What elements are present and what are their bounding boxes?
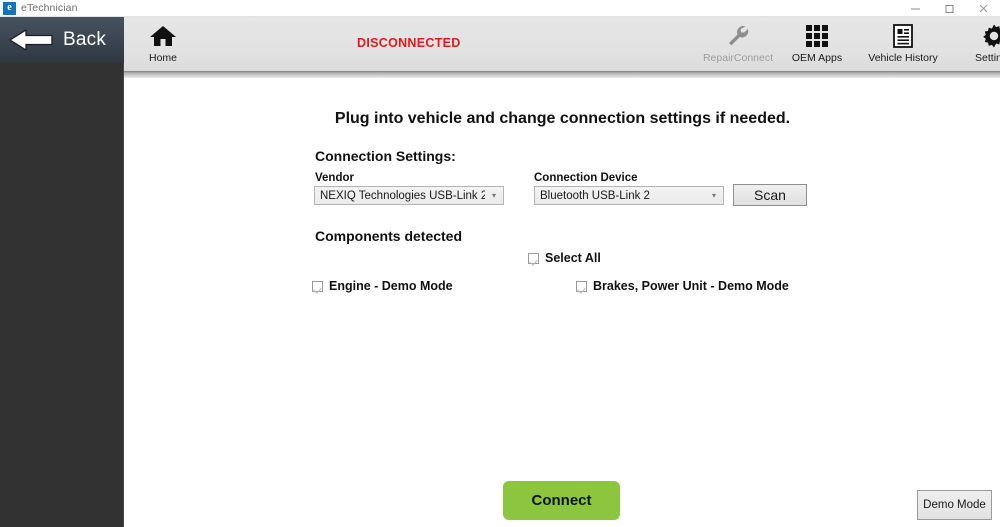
- window-title: eTechnician: [21, 2, 78, 14]
- page-headline: Plug into vehicle and change connection …: [334, 110, 791, 127]
- minimize-icon[interactable]: [898, 0, 932, 17]
- vendor-select-value: NEXIQ Technologies USB-Link 2: [320, 189, 485, 202]
- connection-device-label: Connection Device: [534, 172, 638, 184]
- component-checkbox-brakes[interactable]: [576, 280, 587, 292]
- toolbar-item-repairconnect-label: RepairConnect: [702, 52, 774, 64]
- scan-button[interactable]: Scan: [733, 184, 807, 206]
- connection-device-select[interactable]: Bluetooth USB-Link 2 ▾: [534, 186, 724, 205]
- toolbar-item-oem-apps-label: OEM Apps: [791, 52, 843, 64]
- toolbar-item-vehicle-history-label: Vehicle History: [868, 52, 938, 64]
- chevron-down-icon: ▾: [491, 190, 496, 200]
- vendor-label: Vendor: [315, 172, 354, 184]
- home-icon: [149, 21, 177, 51]
- toolbar-item-oem-apps[interactable]: OEM Apps: [778, 21, 856, 71]
- connection-settings-title: Connection Settings:: [315, 148, 456, 164]
- toolbar-item-vehicle-history[interactable]: Vehicle History: [857, 21, 949, 71]
- document-icon: [891, 21, 915, 51]
- toolbar-item-settings[interactable]: Settings: [955, 21, 1000, 71]
- window-controls: [898, 0, 1000, 17]
- toolbar-item-home-label: Home: [148, 52, 177, 64]
- demo-mode-button[interactable]: Demo Mode: [917, 490, 992, 520]
- wrench-icon: [725, 21, 751, 51]
- chevron-down-icon: ▾: [711, 190, 716, 200]
- title-bar: e eTechnician: [0, 0, 1000, 17]
- etechnician-window: e eTechnician Back DISCONNECTED Home Rep…: [0, 0, 1000, 527]
- etechnician-app-icon: e: [3, 1, 16, 15]
- component-row-brakes[interactable]: Brakes, Power Unit - Demo Mode: [576, 279, 789, 293]
- main-content: Plug into vehicle and change connection …: [125, 78, 1000, 527]
- select-all-label: Select All: [545, 251, 601, 265]
- close-icon[interactable]: [966, 0, 1000, 17]
- toolbar-item-settings-label: Settings: [975, 52, 1000, 64]
- component-checkbox-engine[interactable]: [312, 280, 323, 292]
- toolbar-item-home[interactable]: Home: [124, 21, 202, 71]
- connect-button[interactable]: Connect: [503, 481, 620, 520]
- component-label-brakes: Brakes, Power Unit - Demo Mode: [593, 279, 789, 293]
- top-toolbar: DISCONNECTED Home RepairConnect OEM Apps…: [124, 17, 1000, 71]
- back-button[interactable]: Back: [0, 17, 124, 63]
- select-all-checkbox-row[interactable]: Select All: [528, 251, 601, 265]
- toolbar-item-repairconnect[interactable]: RepairConnect: [699, 21, 777, 71]
- back-button-label: Back: [63, 29, 107, 50]
- component-row-engine[interactable]: Engine - Demo Mode: [312, 279, 453, 293]
- left-sidebar: Back: [0, 17, 124, 527]
- connection-device-select-value: Bluetooth USB-Link 2: [540, 189, 650, 202]
- toolbar-divider: [124, 71, 1000, 78]
- gear-icon: [981, 21, 1000, 51]
- connection-status-badge: DISCONNECTED: [357, 36, 461, 50]
- select-all-checkbox[interactable]: [528, 252, 539, 264]
- left-arrow-icon: [9, 29, 53, 51]
- components-detected-title: Components detected: [315, 228, 463, 244]
- maximize-icon[interactable]: [932, 0, 966, 17]
- vendor-select[interactable]: NEXIQ Technologies USB-Link 2 ▾: [314, 186, 504, 205]
- component-label-engine: Engine - Demo Mode: [329, 279, 453, 293]
- grid-apps-icon: [804, 21, 830, 51]
